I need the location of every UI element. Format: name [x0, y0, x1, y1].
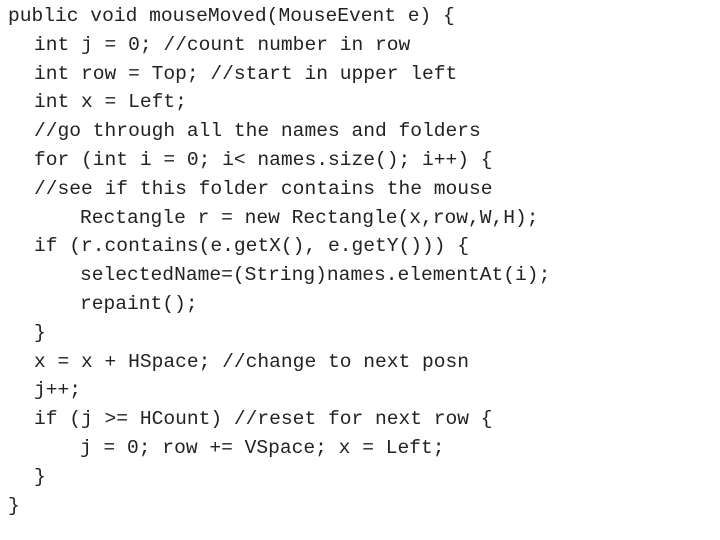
code-line: repaint(); [80, 292, 198, 315]
code-line: } [8, 494, 20, 517]
code-line: for (int i = 0; i< names.size(); i++) { [34, 148, 493, 171]
code-line: } [34, 465, 46, 488]
code-line: x = x + HSpace; //change to next posn [34, 350, 470, 373]
code-line: } [34, 321, 46, 344]
code-line: if (r.contains(e.getX(), e.getY())) { [34, 235, 470, 258]
code-line: j = 0; row += VSpace; x = Left; [80, 436, 445, 459]
code-line: int row = Top; //start in upper left [34, 62, 458, 85]
code-comment-line: //see if this folder contains the mouse [34, 177, 493, 200]
code-comment-line: //go through all the names and folders [34, 120, 481, 143]
code-line: int x = Left; [34, 91, 187, 114]
code-line: j++; [34, 379, 82, 402]
code-line: int j = 0; //count number in row [34, 33, 411, 56]
code-line: selectedName=(String)names.elementAt(i); [80, 264, 551, 287]
code-line: if (j >= HCount) //reset for next row { [34, 408, 493, 431]
code-line: public void mouseMoved(MouseEvent e) { [8, 5, 455, 27]
code-line: Rectangle r = new Rectangle(x,row,W,H); [80, 206, 539, 229]
code-block: public void mouseMoved(MouseEvent e) { i… [8, 2, 550, 520]
